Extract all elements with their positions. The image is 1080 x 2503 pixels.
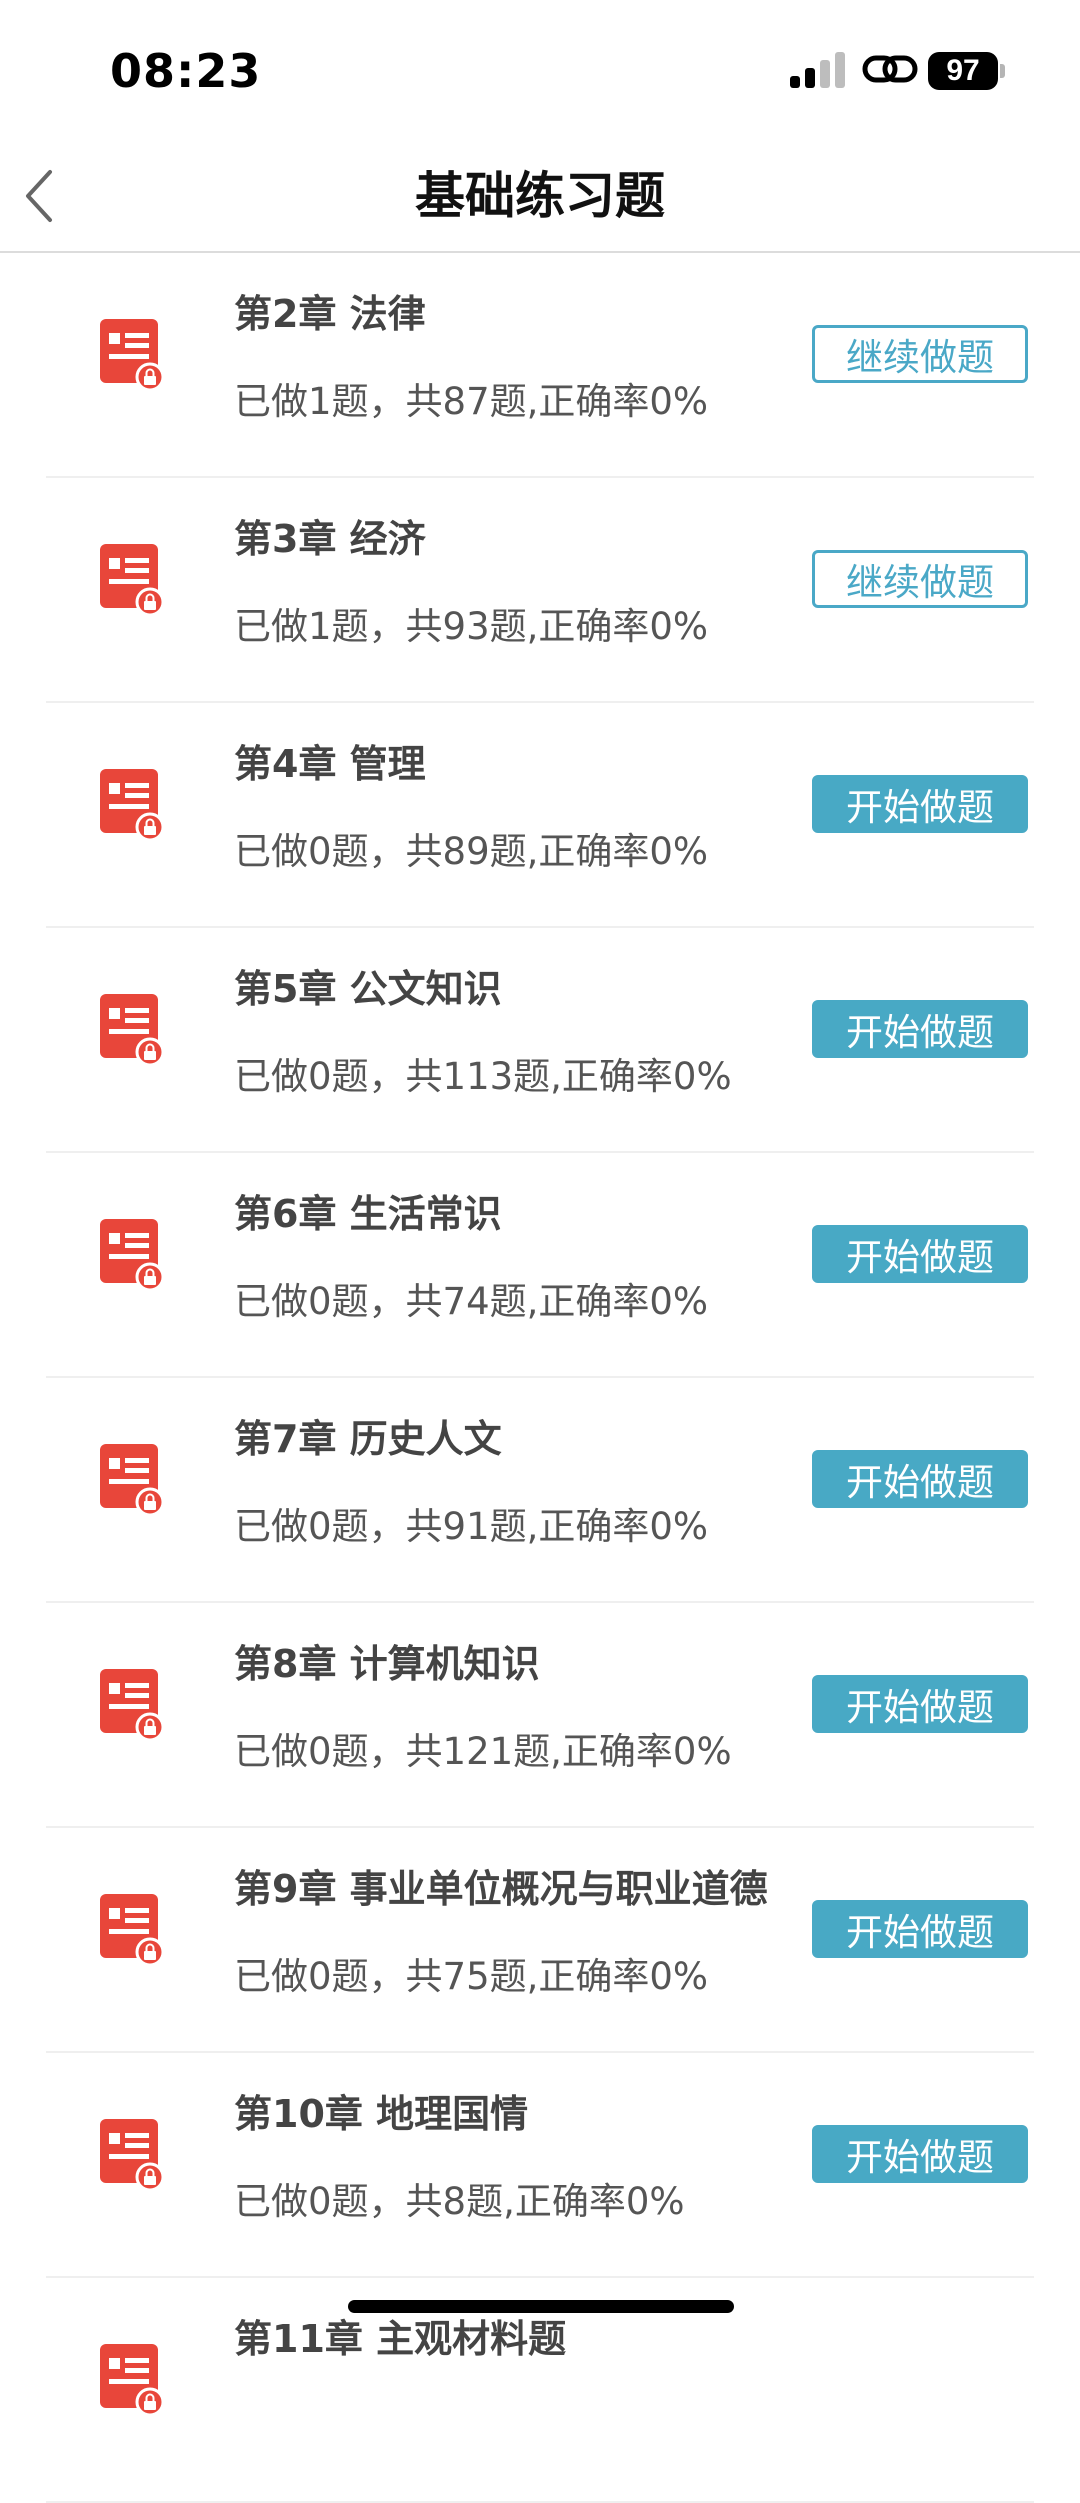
start-practice-button[interactable]: 开始做题: [812, 2125, 1028, 2183]
chapter-title: 第8章 计算机知识: [234, 1642, 540, 1686]
status-bar: 08:23 97: [0, 0, 1080, 140]
nav-bar: 基础练习题: [0, 140, 1080, 253]
battery-cap: [1000, 64, 1005, 78]
chapter-row[interactable]: 第2章 法律已做1题，共87题,正确率0% 继续做题: [0, 253, 1080, 478]
start-practice-button[interactable]: 开始做题: [812, 1900, 1028, 1958]
status-time: 08:23: [110, 44, 262, 98]
locked-document-icon: [98, 542, 165, 617]
chapter-list: 第2章 法律 已做1题，共87题,正确率0% 继续做题 第3章 经济 已做1题，共93题…: [0, 253, 1080, 2503]
locked-document-icon: [98, 1217, 165, 1292]
continue-practice-button[interactable]: 继续做题: [812, 325, 1028, 383]
battery-level: 97: [928, 52, 998, 90]
page-title: 基础练习题: [415, 167, 665, 225]
locked-document-icon: [98, 767, 165, 842]
back-button[interactable]: [8, 164, 72, 228]
locked-document-icon: [98, 1667, 165, 1742]
chapter-row[interactable]: 第8章 计算机知识已做0题，共121题,正确率0% 开始做题: [0, 1603, 1080, 1828]
start-practice-button[interactable]: 开始做题: [812, 1675, 1028, 1733]
start-practice-button[interactable]: 开始做题: [812, 1450, 1028, 1508]
chapter-row[interactable]: 第4章 管理已做0题，共89题,正确率0% 开始做题: [0, 703, 1080, 928]
chapter-stats: 已做0题，共113题,正确率0%: [234, 1055, 732, 1098]
battery-icon: 97: [928, 52, 1005, 90]
chapter-stats: 已做0题，共121题,正确率0%: [234, 1730, 732, 1773]
chapter-title: 第5章 公文知识: [234, 967, 502, 1011]
start-practice-button[interactable]: 开始做题: [812, 775, 1028, 833]
locked-document-icon: [98, 1892, 165, 1967]
chapter-stats: 已做1题，共87题,正确率0%: [234, 380, 709, 423]
locked-document-icon: [98, 992, 165, 1067]
chapter-row[interactable]: 第5章 公文知识已做0题，共113题,正确率0% 开始做题: [0, 928, 1080, 1153]
chapter-title: 第6章 生活常识: [234, 1192, 502, 1236]
chapter-stats: 已做0题，共89题,正确率0%: [234, 830, 709, 873]
chapter-row[interactable]: 第7章 历史人文已做0题，共91题,正确率0% 开始做题: [0, 1378, 1080, 1603]
chapter-title: 第3章 经济: [234, 517, 426, 561]
signal-icon: [790, 52, 846, 88]
chapter-row[interactable]: 第9章 事业单位概况与职业道德 已做0题，共75题,正确率0% 开始做题: [0, 1828, 1080, 2053]
chevron-left-icon: [26, 170, 52, 222]
chapter-row[interactable]: 第10章 地理国情已做0题，共8题,正确率0% 开始做题: [0, 2053, 1080, 2278]
locked-document-icon: [98, 317, 165, 392]
chapter-row[interactable]: 第6章 生活常识已做0题，共74题,正确率0% 开始做题: [0, 1153, 1080, 1378]
locked-document-icon: [98, 1442, 165, 1517]
chapter-title: 第2章 法律: [234, 292, 426, 336]
locked-document-icon: [98, 2117, 165, 2192]
chapter-stats: 已做0题，共74题,正确率0%: [234, 1280, 709, 1323]
chapter-row[interactable]: 第3章 经济已做1题，共93题,正确率0% 继续做题: [0, 478, 1080, 703]
start-practice-button[interactable]: 开始做题: [812, 1000, 1028, 1058]
link-icon: [862, 50, 918, 90]
locked-document-icon: [98, 2342, 165, 2417]
chapter-stats: 已做0题，共75题,正确率0%: [234, 1955, 709, 1998]
continue-practice-button[interactable]: 继续做题: [812, 550, 1028, 608]
chapter-title: 第4章 管理: [234, 742, 426, 786]
home-indicator: [348, 2300, 734, 2313]
chapter-stats: 已做1题，共93题,正确率0%: [234, 605, 709, 648]
chapter-title: 第7章 历史人文: [234, 1417, 502, 1461]
chapter-title: 第10章 地理国情: [234, 2092, 529, 2136]
chapter-stats: 已做0题，共91题,正确率0%: [234, 1505, 709, 1548]
chapter-title: 第9章 事业单位概况与职业道德: [234, 1867, 768, 1911]
chapter-stats: 已做0题，共8题,正确率0%: [234, 2180, 685, 2223]
start-practice-button[interactable]: 开始做题: [812, 1225, 1028, 1283]
chapter-title: 第11章 主观材料题: [234, 2317, 567, 2361]
